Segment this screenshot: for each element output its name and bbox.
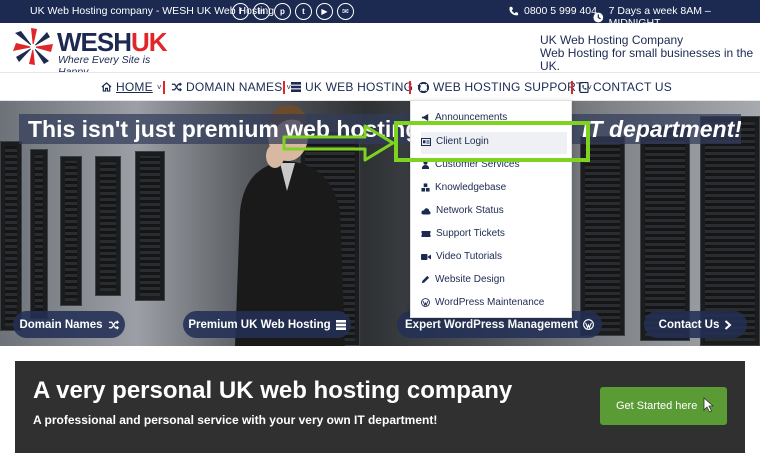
hero-premium-hosting-label: Premium UK Web Hosting — [188, 318, 331, 331]
ticket-icon — [421, 230, 431, 237]
server-rack-image — [640, 126, 690, 341]
youtube-icon[interactable]: ▶ — [316, 3, 333, 20]
nav-home-label: HOME — [116, 80, 153, 94]
pinterest-icon[interactable]: p — [274, 3, 291, 20]
union-jack-flower-icon — [13, 28, 53, 65]
nav-domain-names-label: DOMAIN NAMES — [186, 80, 283, 94]
hero-headline: This isn't just premium web hosting IT d… — [19, 114, 741, 144]
menu-item-network-status[interactable]: Network Status — [421, 205, 504, 216]
cta-subtitle: A professional and personal service with… — [33, 413, 438, 427]
opening-hours: 7 Days a week 8AM – MIDNIGHT — [593, 5, 760, 29]
nav-divider — [571, 81, 573, 94]
menu-item-video-tutorials[interactable]: Video Tutorials — [421, 251, 502, 262]
menu-item-support-tickets[interactable]: Support Tickets — [421, 228, 505, 239]
hero-domain-names-button[interactable]: Domain Names — [13, 311, 125, 338]
mail-icon[interactable]: ✉ — [337, 3, 354, 20]
nav-uk-web-hosting[interactable]: UK WEB HOSTING ˅ — [291, 80, 422, 94]
menu-item-customer-services[interactable]: Customer Services — [421, 159, 519, 170]
menu-item-knowledgebase[interactable]: Knowledgebase — [421, 182, 506, 193]
linkedin-icon[interactable]: in — [253, 3, 270, 20]
cta-title: A very personal UK web hosting company — [33, 377, 513, 404]
server-rack-image — [30, 149, 48, 319]
server-rack-image — [580, 136, 625, 336]
mouse-pointer-icon — [703, 397, 714, 413]
support-dropdown-menu: Announcements Client Login Customer Serv… — [410, 100, 572, 318]
nav-contact-us[interactable]: CONTACT US — [579, 80, 672, 94]
menu-item-website-design[interactable]: Website Design — [421, 274, 505, 285]
menu-item-website-design-label: Website Design — [435, 274, 505, 285]
id-card-icon — [421, 137, 431, 146]
menu-item-client-login-label: Client Login — [436, 136, 489, 147]
nav-divider — [409, 81, 411, 94]
home-icon — [101, 82, 112, 92]
hero-wordpress-label: Expert WordPress Management — [405, 318, 578, 331]
menu-item-support-tickets-label: Support Tickets — [436, 228, 505, 239]
cloud-icon — [421, 207, 431, 214]
top-bar: UK Web Hosting company - WESH UK Web Hos… — [0, 0, 760, 29]
header-company-info: UK Web Hosting Company Web Hosting for s… — [540, 34, 760, 73]
chevron-down-icon: ˅ — [156, 82, 162, 92]
hero-headline-italic: IT department! — [582, 116, 741, 142]
lifering-icon — [418, 81, 429, 93]
nav-contact-us-label: CONTACT US — [593, 80, 672, 94]
video-icon — [421, 253, 431, 260]
chevron-right-icon — [725, 319, 732, 330]
nav-web-hosting-support[interactable]: WEB HOSTING SUPPORT ˅ — [418, 80, 592, 94]
menu-item-wordpress-maintenance-label: WordPress Maintenance — [435, 297, 545, 308]
get-started-label: Get Started here — [616, 400, 698, 412]
menu-item-announcements[interactable]: Announcements — [421, 112, 507, 123]
shuffle-icon — [171, 82, 182, 92]
logo-wordmark: WESHUK — [57, 27, 168, 57]
server-rack-image — [135, 151, 165, 301]
phone-link[interactable]: 0800 5 999 404 — [508, 5, 597, 17]
cta-banner: A very personal UK web hosting company A… — [15, 361, 745, 453]
nav-uk-web-hosting-label: UK WEB HOSTING — [305, 80, 414, 94]
shuffle-icon — [108, 319, 119, 330]
nav-home[interactable]: HOME ˅ — [101, 80, 162, 94]
hero-domain-names-label: Domain Names — [19, 318, 103, 331]
server-rack-image — [0, 141, 22, 331]
phone-number: 0800 5 999 404 — [524, 5, 597, 17]
server-rack-image — [60, 156, 82, 306]
hero-section: This isn't just premium web hosting IT d… — [0, 101, 760, 346]
hours-text: 7 Days a week 8AM – MIDNIGHT — [608, 5, 711, 29]
server-rack-image — [95, 156, 121, 296]
server-icon — [291, 82, 301, 92]
nav-divider — [283, 81, 285, 94]
phone-book-icon — [579, 81, 589, 93]
social-links: f in p t ▶ ✉ — [232, 3, 354, 20]
twitter-icon[interactable]: t — [295, 3, 312, 20]
clock-icon — [593, 12, 604, 22]
hero-headline-main: This isn't just premium web hosting — [28, 116, 420, 142]
wordpress-icon — [583, 319, 594, 330]
company-line-2: Web Hosting for small businesses in the … — [540, 46, 754, 73]
main-nav: HOME ˅ DOMAIN NAMES ˅ UK WEB HOSTING ˅ W… — [0, 72, 760, 101]
menu-item-wordpress-maintenance[interactable]: WordPress Maintenance — [421, 297, 544, 308]
wordpress-icon — [421, 298, 430, 307]
menu-item-customer-services-label: Customer Services — [435, 159, 520, 170]
hero-contact-us-label: Contact Us — [658, 318, 720, 331]
menu-item-video-tutorials-label: Video Tutorials — [436, 251, 502, 262]
menu-item-network-status-label: Network Status — [436, 205, 504, 216]
facebook-icon[interactable]: f — [232, 3, 249, 20]
phone-icon — [509, 6, 519, 15]
cubes-icon — [421, 183, 430, 192]
site-logo[interactable]: WESHUK Where Every Site is Happy — [12, 27, 182, 78]
nav-divider — [163, 81, 165, 94]
hero-premium-hosting-button[interactable]: Premium UK Web Hosting — [183, 311, 351, 338]
pencil-icon — [421, 275, 430, 284]
megaphone-icon — [421, 113, 429, 122]
menu-item-client-login[interactable]: Client Login — [421, 136, 489, 147]
hero-contact-us-button[interactable]: Contact Us — [644, 311, 747, 338]
nav-web-hosting-support-label: WEB HOSTING SUPPORT — [433, 80, 584, 94]
menu-item-announcements-label: Announcements — [435, 112, 508, 123]
server-icon — [335, 319, 346, 330]
get-started-button[interactable]: Get Started here — [600, 387, 727, 425]
nav-domain-names[interactable]: DOMAIN NAMES ˅ — [171, 80, 291, 94]
menu-item-knowledgebase-label: Knowledgebase — [435, 182, 507, 193]
user-icon — [421, 160, 430, 169]
